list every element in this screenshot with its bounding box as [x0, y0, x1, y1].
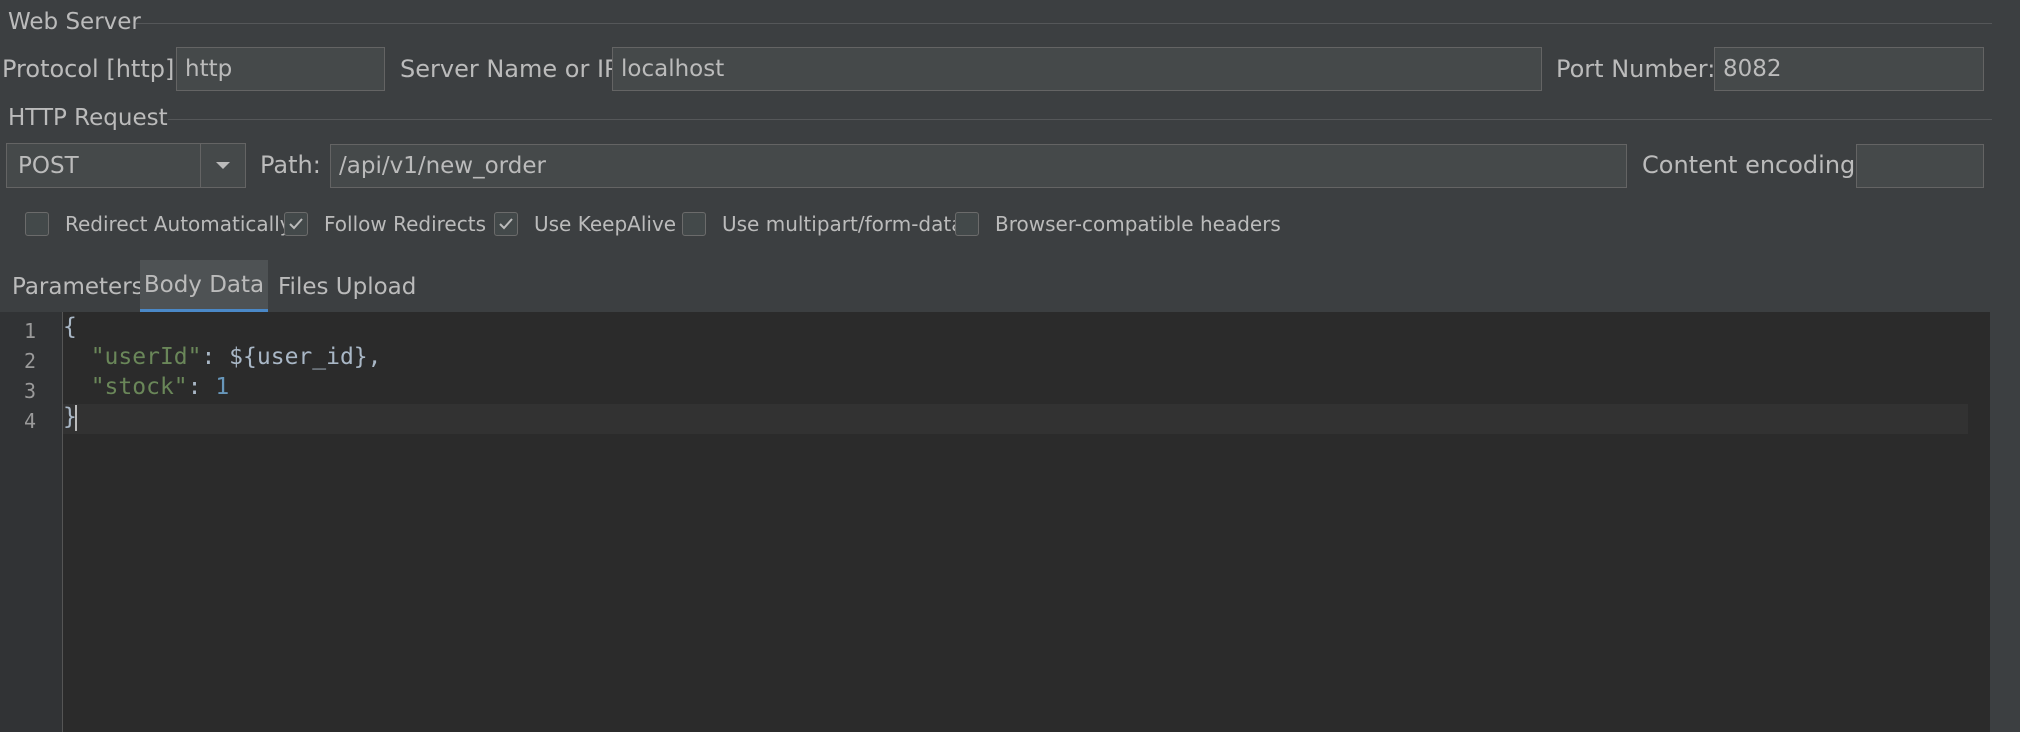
line-number: 4	[23, 409, 36, 433]
tab-files-upload[interactable]: Files Upload	[278, 260, 416, 313]
checkbox-unchecked[interactable]	[25, 212, 49, 236]
port-number-label: Port Number:	[1556, 55, 1716, 83]
line-number: 1	[23, 319, 36, 343]
text-caret	[74, 404, 77, 431]
server-name-input[interactable]: localhost	[612, 47, 1542, 91]
json-separator: :	[187, 374, 216, 400]
http-request-divider	[168, 119, 1992, 120]
json-key-userid: "userId"	[90, 344, 202, 370]
use-keepalive-checkbox[interactable]: Use KeepAlive	[494, 212, 676, 236]
json-value-stock: 1	[215, 374, 230, 400]
method-select[interactable]: POST	[6, 143, 246, 188]
use-keepalive-label: Use KeepAlive	[534, 212, 677, 236]
server-name-label: Server Name or IP:	[400, 55, 627, 83]
code-line-1: {	[63, 314, 77, 340]
redirect-automatically-checkbox[interactable]: Redirect Automatically	[25, 212, 292, 236]
checkmark-icon[interactable]	[494, 212, 518, 236]
protocol-input[interactable]: http	[176, 47, 385, 91]
http-request-title: HTTP Request	[8, 105, 168, 131]
tab-body-data[interactable]: Body Data	[140, 260, 268, 313]
line-number: 2	[23, 349, 36, 373]
port-number-input[interactable]: 8082	[1714, 47, 1984, 91]
current-line-highlight	[63, 404, 1968, 434]
tab-parameters[interactable]: Parameters	[12, 260, 144, 313]
line-number: 3	[23, 379, 36, 403]
code-line-4: }	[63, 404, 77, 431]
content-encoding-input[interactable]	[1856, 144, 1984, 188]
protocol-label: Protocol [http]:	[2, 55, 183, 83]
redirect-automatically-label: Redirect Automatically	[65, 212, 292, 236]
line-number-gutter: 1 2 3 4	[0, 312, 63, 732]
web-server-title: Web Server	[8, 9, 141, 35]
browser-compatible-headers-label: Browser-compatible headers	[995, 212, 1281, 236]
content-encoding-label: Content encoding:	[1642, 151, 1864, 179]
json-value-userid: : ${user_id},	[201, 344, 382, 370]
checkbox-unchecked[interactable]	[955, 212, 979, 236]
browser-compatible-headers-checkbox[interactable]: Browser-compatible headers	[955, 212, 1281, 236]
path-input[interactable]: /api/v1/new_order	[330, 144, 1627, 188]
use-multipart-checkbox[interactable]: Use multipart/form-data	[682, 212, 963, 236]
body-data-editor[interactable]: 1 2 3 4 { "userId": ${user_id}, "stock":…	[0, 312, 1990, 732]
follow-redirects-label: Follow Redirects	[324, 212, 486, 236]
web-server-divider	[136, 23, 1992, 24]
code-brace: {	[63, 314, 77, 340]
follow-redirects-checkbox[interactable]: Follow Redirects	[284, 212, 486, 236]
checkmark-icon[interactable]	[284, 212, 308, 236]
code-line-2: "userId": ${user_id},	[63, 344, 382, 370]
method-select-value: POST	[18, 152, 79, 179]
chevron-down-icon[interactable]	[200, 144, 245, 187]
json-key-stock: "stock"	[90, 374, 188, 400]
code-line-3: "stock": 1	[63, 374, 230, 400]
checkbox-unchecked[interactable]	[682, 212, 706, 236]
use-multipart-label: Use multipart/form-data	[722, 212, 964, 236]
path-label: Path:	[260, 151, 321, 179]
